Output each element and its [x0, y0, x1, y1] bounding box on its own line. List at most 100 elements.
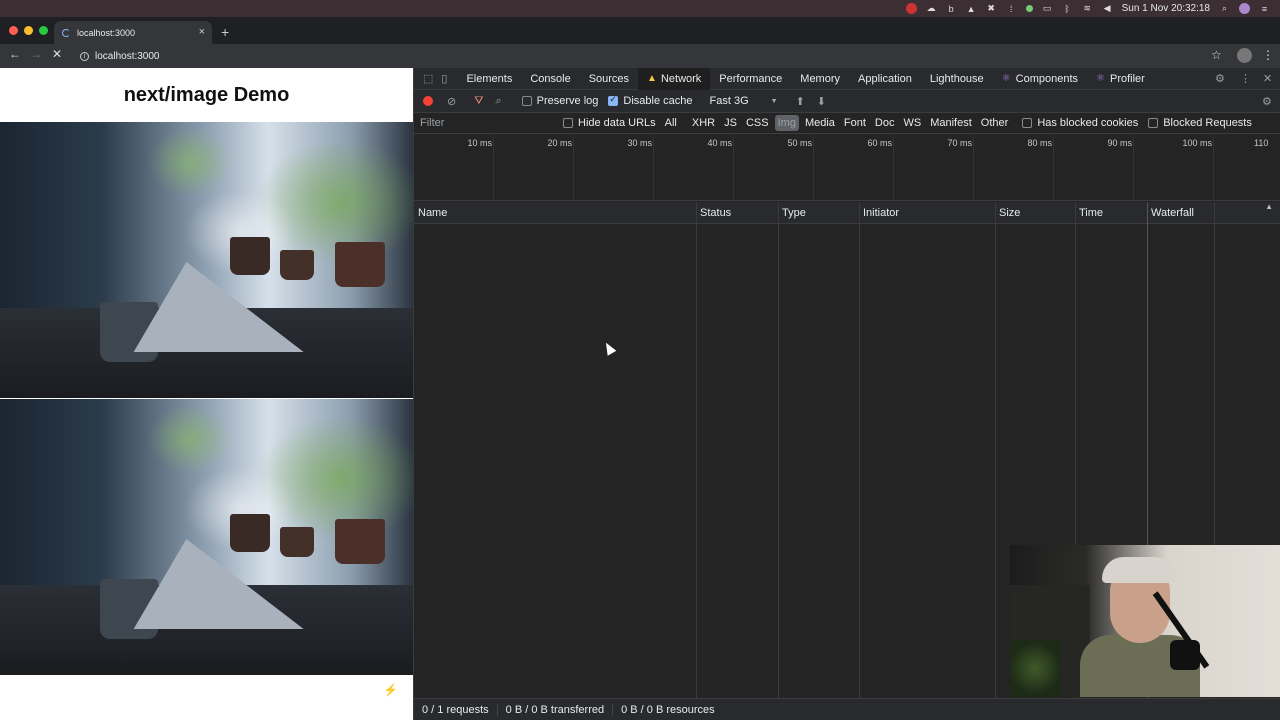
tab-components[interactable]: ⚛ Components	[993, 68, 1087, 90]
zoom-window-button[interactable]	[39, 26, 48, 35]
column-header-status[interactable]: Status	[696, 202, 731, 224]
react-icon: ⚛	[1001, 73, 1011, 84]
timeline-overview[interactable]: 10 ms 20 ms 30 ms 40 ms 50 ms 60 ms 70 m…	[414, 134, 1280, 201]
network-settings-icon[interactable]: ⚙	[1262, 95, 1272, 108]
type-filter-css[interactable]: CSS	[743, 115, 772, 131]
tab-lighthouse[interactable]: Lighthouse	[921, 68, 993, 90]
status-dot-icon[interactable]	[1025, 5, 1033, 12]
timeline-tick: 70 ms	[947, 138, 972, 148]
demo-image-1	[0, 122, 413, 398]
type-filter-js[interactable]: JS	[721, 115, 740, 131]
site-info-icon[interactable]: i	[80, 51, 89, 61]
new-tab-button[interactable]: +	[221, 24, 229, 40]
minimize-window-button[interactable]	[24, 26, 33, 35]
timeline-tick: 30 ms	[627, 138, 652, 148]
has-blocked-cookies-label: Has blocked cookies	[1037, 117, 1139, 129]
device-toolbar-icon[interactable]: ▯	[441, 72, 447, 85]
type-filter-ws[interactable]: WS	[900, 115, 924, 131]
hide-data-urls-checkbox[interactable]	[563, 118, 573, 128]
chrome-menu-icon[interactable]: ⋮	[1262, 48, 1274, 62]
airplay-icon[interactable]: ▭	[1042, 3, 1053, 14]
timeline-tick: 100 ms	[1182, 138, 1212, 148]
browser-tab-strip: localhost:3000 × +	[0, 17, 1280, 44]
column-header-initiator[interactable]: Initiator	[859, 202, 899, 224]
type-filter-xhr[interactable]: XHR	[689, 115, 718, 131]
export-har-icon[interactable]: ⬇	[817, 95, 826, 108]
column-header-size[interactable]: Size	[995, 202, 1020, 224]
tab-elements[interactable]: Elements	[457, 68, 521, 90]
disable-cache-checkbox[interactable]	[608, 94, 619, 106]
tab-memory[interactable]: Memory	[791, 68, 849, 90]
address-bar[interactable]: i localhost:3000	[72, 46, 1224, 66]
volume-icon[interactable]: ◀	[1102, 3, 1113, 14]
preserve-log-checkbox[interactable]	[521, 96, 532, 106]
type-filter-other[interactable]: Other	[978, 115, 1012, 131]
throttle-select[interactable]: Fast 3G ▼	[710, 95, 778, 107]
next-prerender-indicator-icon[interactable]: ⚡	[383, 683, 398, 697]
back-button[interactable]: ←	[9, 47, 21, 61]
stop-loading-button[interactable]: ✕	[52, 47, 62, 61]
record-button[interactable]	[423, 96, 433, 106]
warning-icon: ▲	[647, 73, 657, 84]
type-filter-manifest[interactable]: Manifest	[927, 115, 975, 131]
column-header-waterfall[interactable]: Waterfall	[1147, 202, 1194, 224]
inspect-element-icon[interactable]: ⬚	[423, 72, 433, 85]
has-blocked-cookies-checkbox[interactable]	[1022, 118, 1033, 128]
timeline-tick: 60 ms	[867, 138, 892, 148]
type-filter-media[interactable]: Media	[802, 115, 838, 131]
column-header-type[interactable]: Type	[778, 202, 806, 224]
siri-icon[interactable]	[1239, 3, 1250, 14]
disable-cache-toggle[interactable]: Disable cache	[608, 94, 693, 107]
column-header-name[interactable]: Name	[414, 202, 447, 224]
preserve-log-label: Preserve log	[536, 95, 599, 107]
forward-button[interactable]: →	[30, 47, 42, 61]
cloud-icon[interactable]: ☁	[926, 3, 937, 14]
tab-close-icon[interactable]: ×	[199, 26, 205, 38]
type-filter-img[interactable]: Img	[774, 115, 799, 131]
url-text[interactable]: localhost:3000	[95, 51, 160, 62]
dots-icon[interactable]: ⁞	[1006, 4, 1017, 14]
x-icon[interactable]: ✖	[986, 3, 997, 14]
tab-sources[interactable]: Sources	[580, 68, 638, 90]
page-viewport: next/image Demo ⚡	[0, 68, 413, 720]
blocked-requests-toggle[interactable]: Blocked Requests	[1148, 117, 1252, 129]
loading-spinner-icon	[62, 28, 70, 37]
hide-data-urls-toggle[interactable]: Hide data URLs	[563, 117, 656, 129]
profile-avatar[interactable]	[1237, 48, 1252, 63]
tab-performance[interactable]: Performance	[710, 68, 791, 90]
requests-table-header: Name Status Type Initiator Size Time Wat…	[414, 202, 1280, 224]
wifi-icon[interactable]: ≋	[1082, 3, 1093, 14]
has-blocked-cookies-toggle[interactable]: Has blocked cookies	[1022, 117, 1138, 129]
search-icon[interactable]: ⌕	[1219, 3, 1230, 14]
close-window-button[interactable]	[9, 26, 18, 35]
tab-network[interactable]: ▲ Network	[638, 67, 711, 90]
filter-input[interactable]: Filter	[414, 117, 554, 129]
tab-profiler[interactable]: ⚛ Profiler	[1087, 68, 1154, 90]
import-har-icon[interactable]: ⬆	[796, 95, 805, 108]
tab-application[interactable]: Application	[849, 68, 921, 90]
browser-tab[interactable]: localhost:3000 ×	[54, 21, 212, 44]
settings-gear-icon[interactable]: ⚙	[1215, 72, 1225, 85]
tab-console[interactable]: Console	[521, 68, 579, 90]
blocked-requests-checkbox[interactable]	[1148, 118, 1159, 128]
lastpass-icon[interactable]	[905, 3, 917, 14]
search-icon[interactable]: ⌕	[495, 95, 501, 108]
b-icon[interactable]: b	[946, 4, 957, 14]
control-icon[interactable]: ≡	[1259, 4, 1270, 14]
menubar-clock[interactable]: Sun 1 Nov 20:32:18	[1122, 3, 1210, 14]
docker-icon[interactable]: ▲	[966, 4, 977, 14]
type-filter-doc[interactable]: Doc	[872, 115, 898, 131]
column-header-time[interactable]: Time	[1075, 202, 1103, 224]
devtools-more-icon[interactable]: ⋮	[1240, 72, 1251, 85]
clear-icon[interactable]: ⊘	[447, 95, 456, 108]
filter-icon[interactable]: ⛛	[474, 95, 483, 108]
react-icon: ⚛	[1096, 73, 1105, 84]
bookmark-star-icon[interactable]: ☆	[1211, 48, 1222, 62]
browser-toolbar: ← → ✕ i localhost:3000 ☆ ⋮	[0, 44, 1280, 68]
bluetooth-icon[interactable]: ᛒ	[1062, 4, 1073, 14]
type-filter-font[interactable]: Font	[841, 115, 869, 131]
type-filter-all[interactable]: All	[662, 115, 680, 131]
sort-ascending-icon[interactable]: ▲	[1265, 202, 1273, 211]
preserve-log-toggle[interactable]: Preserve log	[521, 95, 599, 107]
close-devtools-icon[interactable]: ✕	[1263, 72, 1272, 85]
